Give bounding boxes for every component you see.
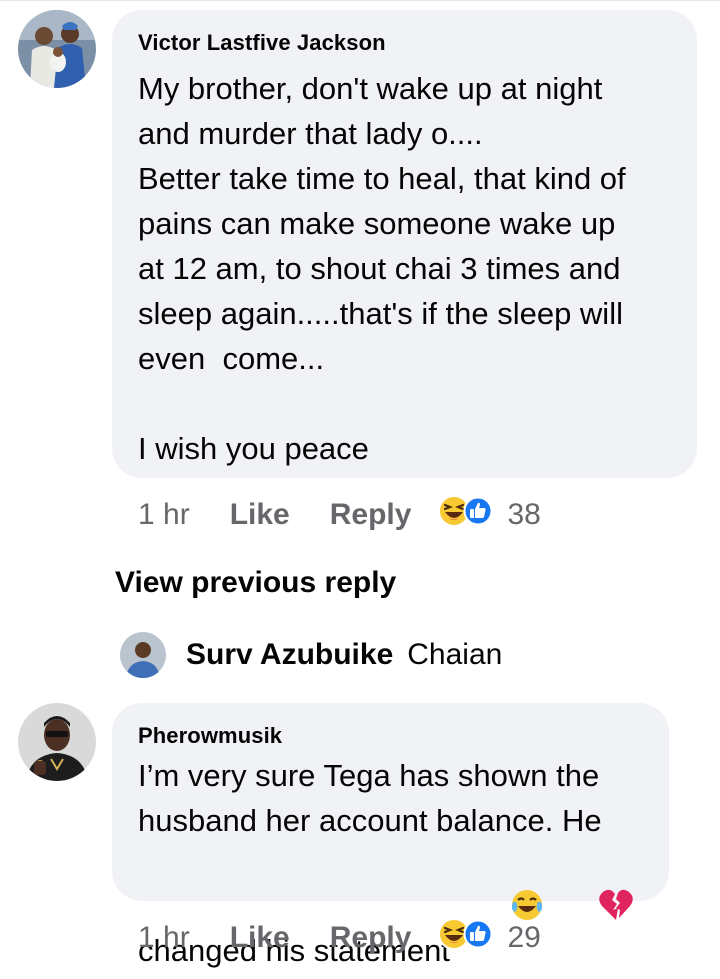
comment-bubble: Pherowmusik I’m very sure Tega has shown… — [112, 703, 669, 968]
comment-author[interactable]: Pherowmusik — [138, 723, 282, 749]
reactions-summary[interactable]: 38 — [437, 494, 541, 536]
reply-button[interactable]: Reply — [330, 921, 412, 955]
comment-actions: 1 hr Like Reply 38 — [138, 495, 541, 535]
view-previous-reply-link[interactable]: View previous reply — [115, 566, 396, 600]
reactions-summary[interactable]: 29 — [437, 917, 541, 959]
like-button[interactable]: Like — [230, 921, 290, 955]
reply-button[interactable]: Reply — [330, 498, 412, 532]
reaction-count: 38 — [507, 498, 541, 531]
comment-bubble: Victor Lastfive Jackson My brother, don'… — [112, 10, 697, 478]
top-divider — [0, 0, 720, 1]
avatar-pherowmusik[interactable] — [18, 703, 96, 781]
comment-text: My brother, don't wake up at night and m… — [138, 71, 626, 466]
reaction-count: 29 — [507, 921, 541, 954]
like-thumb-icon — [463, 496, 493, 534]
comment-actions: 1 hr Like Reply 29 — [138, 918, 541, 958]
avatar-victor[interactable] — [18, 10, 96, 88]
comment-author[interactable]: Victor Lastfive Jackson — [138, 30, 386, 56]
reply-preview[interactable]: Surv Azubuike Chaian — [120, 630, 502, 680]
reply-text: Chaian — [407, 638, 503, 671]
comment-time[interactable]: 1 hr — [138, 921, 190, 955]
like-button[interactable]: Like — [230, 498, 290, 532]
broken-heart-emoji-icon — [546, 843, 634, 979]
comment-time[interactable]: 1 hr — [138, 498, 190, 532]
reply-author[interactable]: Surv Azubuike — [186, 638, 393, 672]
avatar-surv[interactable] — [120, 632, 166, 678]
like-thumb-icon — [463, 919, 493, 957]
